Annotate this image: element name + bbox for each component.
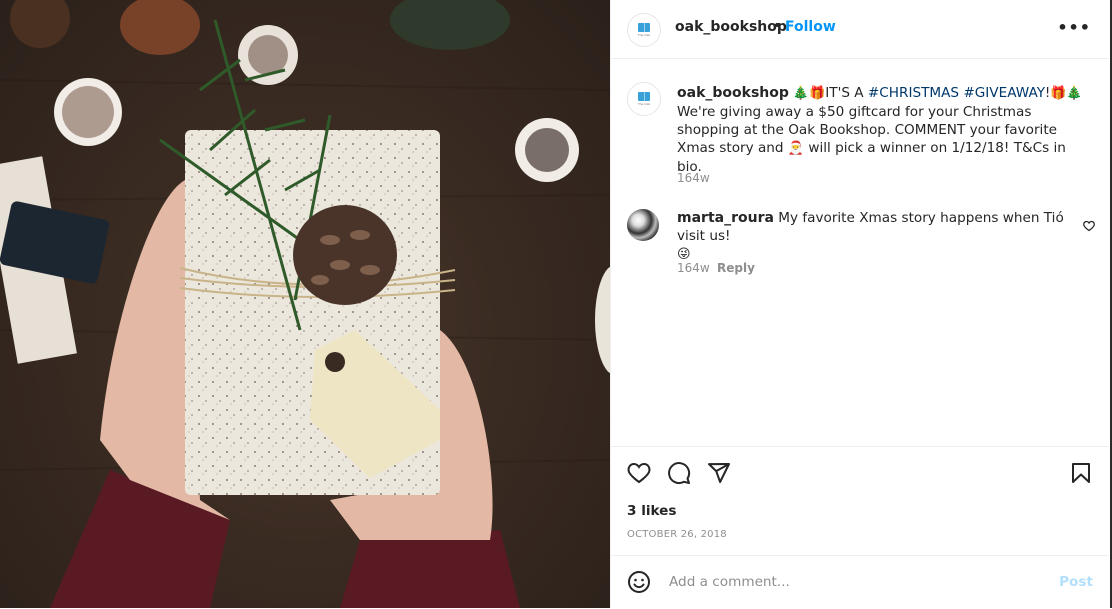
post-actions: 3 likes OCTOBER 26, 2018 [611,446,1109,555]
comment-input[interactable] [667,570,1051,594]
reply-button[interactable]: Reply [717,261,755,275]
comment-bubble-icon [668,462,691,485]
caption-username-link[interactable]: oak_bookshop [677,85,789,101]
commenter-avatar[interactable] [627,209,659,241]
avatar-label: The Oak [637,33,651,37]
avatar[interactable]: The Oak [627,13,661,47]
bookmark-icon [1072,463,1090,483]
comments-section[interactable]: The Oak oak_bookshop 🎄🎁IT'S A #CHRISTMAS … [611,59,1109,445]
hashtag-link[interactable]: #GIVEAWAY [963,85,1045,101]
comment-like-button[interactable] [1083,217,1095,236]
pine-cone [515,118,579,182]
post-comment-button[interactable]: Post [1059,574,1093,590]
post-details-panel: The Oak oak_bookshop • Follow ••• The Oa… [610,0,1111,608]
add-comment-bar: Post [611,555,1109,609]
caption-timestamp[interactable]: 164w [677,171,710,185]
tree-gift-emoji: 🎄🎁 [792,86,826,101]
smiley-icon [628,571,650,593]
gift-pine-cone [293,205,397,305]
pine-cone [238,25,298,85]
post-caption: oak_bookshop 🎄🎁IT'S A #CHRISTMAS #GIVEAWA… [677,84,1089,176]
gift-photo [0,0,610,608]
send-paper-plane-icon [708,463,730,483]
post-date[interactable]: OCTOBER 26, 2018 [627,529,727,540]
book-icon [638,23,650,32]
comment-button[interactable] [667,461,691,489]
post-header: The Oak oak_bookshop • Follow ••• [611,0,1109,59]
username-link[interactable]: oak_bookshop [675,19,787,35]
winking-tongue-emoji: 😜 [677,247,691,262]
follow-button[interactable]: Follow [785,19,836,35]
avatar[interactable]: The Oak [627,82,661,116]
avatar-label: The Oak [637,102,651,106]
santa-emoji: 🎅 [787,141,805,156]
caption-text: IT'S A [825,85,868,101]
comment: marta_roura My favorite Xmas story happe… [677,209,1077,264]
commenter-username-link[interactable]: marta_roura [677,210,774,226]
post-image[interactable] [0,0,610,608]
likes-count[interactable]: 3 likes [627,503,677,519]
heart-icon [1083,220,1095,232]
emoji-picker-button[interactable] [627,570,651,598]
hashtag-link[interactable]: #CHRISTMAS [868,85,959,101]
more-options-icon[interactable]: ••• [1057,18,1091,37]
gift-tree-emoji: !🎁🎄 [1045,86,1083,101]
save-button[interactable] [1069,461,1093,489]
book-icon [638,92,650,101]
comment-timestamp[interactable]: 164w [677,261,710,275]
like-button[interactable] [627,461,651,489]
pine-cone [54,78,122,146]
separator-dot: • [773,18,782,34]
heart-icon [627,462,651,484]
share-button[interactable] [707,461,731,489]
